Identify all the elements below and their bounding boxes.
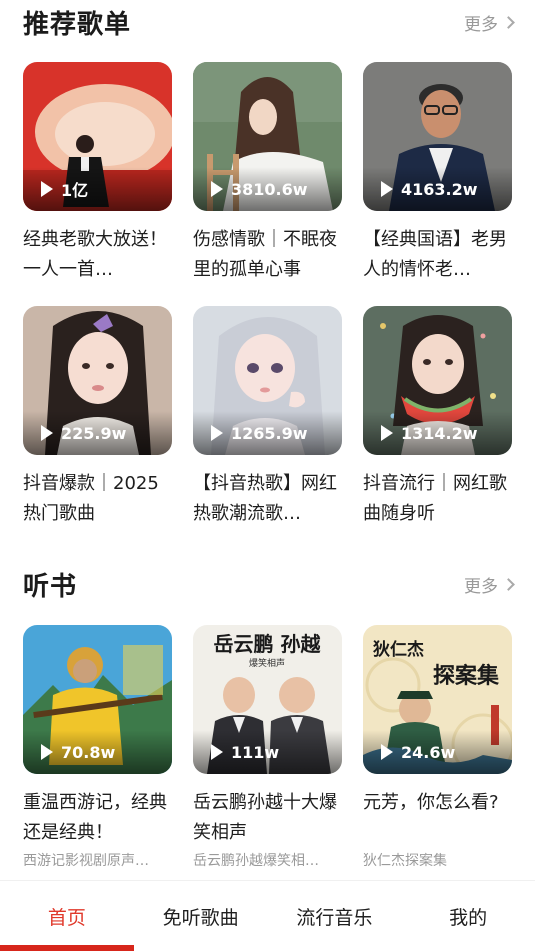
audiobook-card[interactable]: 70.8w 重温西游记，经典还是经典！ 西游记影视剧原声… [23, 625, 172, 870]
cover-title-text: 岳云鹏 孙越 [214, 632, 322, 656]
playlist-grid: 1亿 经典老歌大放送！一人一首… 3810.6w 伤感情歌｜不眠夜里的孤单心事 [23, 62, 512, 529]
cover-subtitle-text: 爆笑相声 [249, 657, 285, 669]
play-count: 24.6w [363, 730, 512, 774]
play-count: 1265.9w [193, 411, 342, 455]
playlist-title[interactable]: 伤感情歌｜不眠夜里的孤单心事 [193, 225, 342, 285]
play-count-value: 3810.6w [231, 179, 308, 199]
playlist-title[interactable]: 【抖音热歌】网红热歌潮流歌… [193, 469, 342, 529]
play-count: 3810.6w [193, 167, 342, 211]
playlists-section-title: 推荐歌单 [23, 9, 132, 40]
nav-tab-label: 免听歌曲 [162, 906, 239, 929]
playlist-title[interactable]: 抖音爆款｜2025热门歌曲 [23, 469, 172, 529]
play-icon [381, 744, 393, 760]
nav-tab-mine[interactable]: 我的 [401, 881, 535, 951]
playlist-cover[interactable]: 1亿 [23, 62, 172, 211]
play-count-value: 1亿 [61, 181, 89, 200]
playlist-title[interactable]: 抖音流行｜网红歌曲随身听 [363, 469, 512, 529]
play-count: 111w [193, 730, 342, 774]
play-count-value: 24.6w [401, 742, 456, 762]
audiobook-cover[interactable]: 岳云鹏 孙越 爆笑相声 111w [193, 625, 342, 774]
more-label: 更多 [464, 14, 498, 35]
playlists-more-link[interactable]: 更多 [464, 10, 515, 35]
play-icon [381, 425, 393, 441]
play-icon [41, 181, 53, 197]
playlist-card[interactable]: 4163.2w 【经典国语】老男人的情怀老… [363, 62, 512, 285]
playlists-header: 推荐歌单 更多 [23, 2, 515, 42]
play-count: 4163.2w [363, 167, 512, 211]
play-icon [41, 425, 53, 441]
play-count: 225.9w [23, 411, 172, 455]
playlist-card[interactable]: 1314.2w 抖音流行｜网红歌曲随身听 [363, 306, 512, 529]
audiobooks-section-title: 听书 [23, 571, 78, 602]
audiobook-cover[interactable]: 狄仁杰 探案集 24.6w [363, 625, 512, 774]
audiobook-card[interactable]: 狄仁杰 探案集 24.6w 元芳，你怎么看? 狄仁杰探案集 [363, 625, 512, 870]
audiobook-subtitle: 狄仁杰探案集 [363, 853, 447, 869]
play-count: 1亿 [23, 167, 172, 211]
audiobook-title[interactable]: 重温西游记，经典还是经典！ [23, 788, 172, 848]
bottom-nav: 首页 免听歌曲 流行音乐 我的 [0, 880, 535, 951]
audiobook-subtitle: 岳云鹏孙越爆笑相… [193, 853, 319, 869]
chevron-right-icon [502, 577, 515, 591]
nav-tab-home[interactable]: 首页 [0, 881, 134, 951]
play-icon [211, 425, 223, 441]
play-count-value: 70.8w [61, 742, 116, 762]
cover-title-text-2: 探案集 [433, 663, 500, 689]
playlist-card[interactable]: 1亿 经典老歌大放送！一人一首… [23, 62, 172, 285]
play-icon [41, 744, 53, 760]
audiobooks-more-link[interactable]: 更多 [464, 572, 515, 597]
playlist-cover[interactable]: 3810.6w [193, 62, 342, 211]
play-count: 70.8w [23, 730, 172, 774]
audiobook-subtitle: 西游记影视剧原声… [23, 853, 149, 869]
playlist-card[interactable]: 3810.6w 伤感情歌｜不眠夜里的孤单心事 [193, 62, 342, 285]
play-count-value: 1314.2w [401, 423, 478, 443]
audiobook-card[interactable]: 岳云鹏 孙越 爆笑相声 111w 岳云鹏孙越十大爆笑相声 岳云鹏孙越爆笑相… [193, 625, 342, 870]
audiobooks-header: 听书 更多 [23, 564, 515, 604]
more-label: 更多 [464, 576, 498, 597]
play-count-value: 1265.9w [231, 423, 308, 443]
playlist-title[interactable]: 经典老歌大放送！一人一首… [23, 225, 172, 285]
play-icon [211, 181, 223, 197]
nav-tab-label: 流行音乐 [296, 906, 373, 929]
audiobook-title[interactable]: 元芳，你怎么看? [363, 788, 512, 848]
playlist-cover[interactable]: 4163.2w [363, 62, 512, 211]
playlist-card[interactable]: 1265.9w 【抖音热歌】网红热歌潮流歌… [193, 306, 342, 529]
play-count-value: 4163.2w [401, 179, 478, 199]
play-count: 1314.2w [363, 411, 512, 455]
nav-tab-label: 我的 [449, 906, 488, 929]
play-count-value: 225.9w [61, 423, 127, 443]
playlist-title[interactable]: 【经典国语】老男人的情怀老… [363, 225, 512, 285]
playlist-cover[interactable]: 225.9w [23, 306, 172, 455]
play-icon [381, 181, 393, 197]
audiobook-title[interactable]: 岳云鹏孙越十大爆笑相声 [193, 788, 342, 848]
nav-tab-free-songs[interactable]: 免听歌曲 [134, 881, 268, 951]
play-count-value: 111w [231, 742, 280, 762]
chevron-right-icon [502, 15, 515, 29]
active-tab-indicator [0, 945, 134, 951]
cover-title-text: 狄仁杰 [372, 639, 424, 660]
nav-tab-pop-music[interactable]: 流行音乐 [268, 881, 402, 951]
play-icon [211, 744, 223, 760]
playlist-cover[interactable]: 1314.2w [363, 306, 512, 455]
nav-tab-label: 首页 [47, 906, 86, 929]
audiobook-grid: 70.8w 重温西游记，经典还是经典！ 西游记影视剧原声… 岳云鹏 孙越 爆笑相… [23, 625, 512, 870]
playlist-card[interactable]: 225.9w 抖音爆款｜2025热门歌曲 [23, 306, 172, 529]
playlist-cover[interactable]: 1265.9w [193, 306, 342, 455]
audiobook-cover[interactable]: 70.8w [23, 625, 172, 774]
